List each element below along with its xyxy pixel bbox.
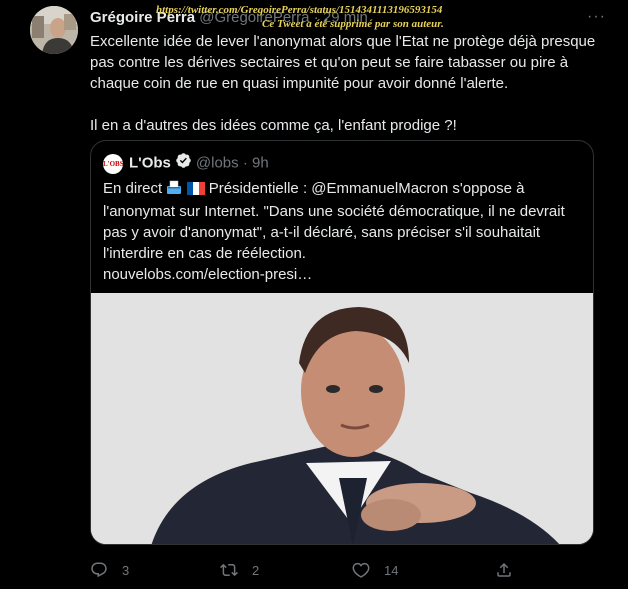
avatar-photo	[30, 6, 78, 54]
ellipsis-icon[interactable]: ···	[587, 8, 606, 26]
annotation-note: Ce Tweet a été supprimé par son auteur.	[262, 18, 444, 30]
quoted-author-handle: @lobs	[195, 154, 239, 172]
lobs-logo: L'OBS	[103, 153, 124, 174]
quoted-tweet[interactable]: L'OBS L'Obs @lobs · 9h En direct Président…	[90, 140, 594, 545]
retweet-icon	[220, 563, 238, 577]
quoted-tweet-header: L'OBS L'Obs @lobs · 9h	[103, 152, 269, 175]
tweet-text: Excellente idée de lever l'anonymat alor…	[90, 31, 610, 136]
quoted-text-prefix: En direct	[103, 180, 163, 197]
quoted-author-name: L'Obs	[129, 154, 171, 172]
retweet-button[interactable]: 2	[220, 560, 259, 580]
tweet-actions: 3 2 14	[90, 560, 530, 580]
heart-icon	[352, 562, 370, 578]
france-flag-icon	[186, 180, 205, 201]
reply-button[interactable]: 3	[90, 560, 129, 580]
quoted-tweet-time: 9h	[252, 154, 269, 172]
quoted-tweet-text: En direct Présidentielle : @EmmanuelMacr…	[103, 178, 583, 285]
like-count: 14	[384, 562, 399, 578]
author-avatar[interactable]	[30, 6, 78, 54]
reply-icon	[91, 562, 107, 578]
retweet-count: 2	[252, 562, 260, 578]
quoted-tweet-photo[interactable]	[91, 293, 593, 544]
like-button[interactable]: 14	[352, 560, 398, 580]
separator-dot: ·	[242, 154, 252, 172]
share-button[interactable]	[495, 560, 527, 580]
ballot-box-icon	[166, 179, 182, 201]
quoted-link[interactable]: nouvelobs.com/election-presi…	[103, 266, 312, 283]
verified-badge-icon	[175, 152, 192, 175]
macron-photo	[91, 293, 593, 544]
tweet-paragraph: Excellente idée de lever l'anonymat alor…	[90, 33, 596, 92]
share-icon	[497, 562, 511, 577]
reply-count: 3	[122, 562, 130, 578]
annotation-url: https://twitter.com/GregoirePerra/status…	[156, 4, 443, 16]
tweet-paragraph: Il en a d'autres des idées comme ça, l'e…	[90, 117, 457, 134]
